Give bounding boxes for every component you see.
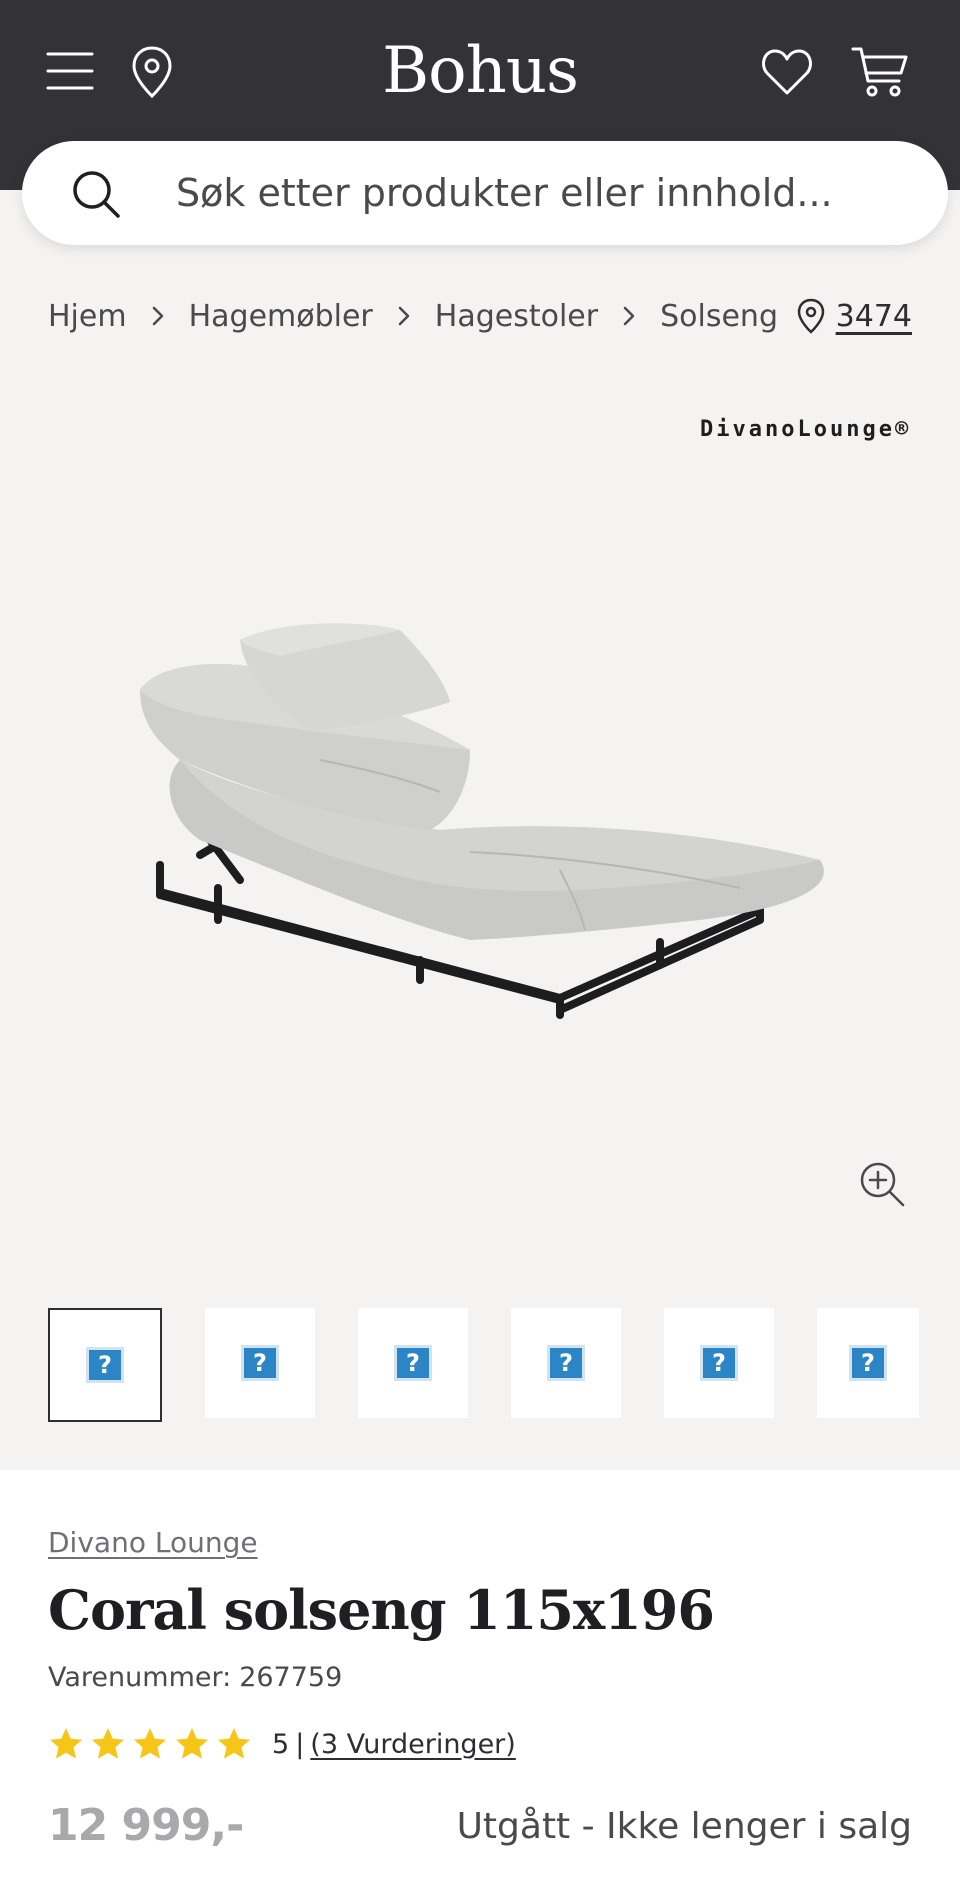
- search-icon[interactable]: [70, 168, 122, 220]
- broken-image-icon: ?: [849, 1345, 887, 1381]
- brand-link[interactable]: Divano Lounge: [48, 1526, 258, 1559]
- product-image[interactable]: [140, 620, 830, 1020]
- location-pin-icon: [796, 298, 826, 334]
- rating: 5 | (3 Vurderinger): [48, 1722, 516, 1766]
- reviews-link[interactable]: (3 Vurderinger): [310, 1729, 516, 1760]
- site-logo[interactable]: Bohus: [0, 34, 960, 108]
- thumbnail-6[interactable]: ?: [817, 1308, 919, 1418]
- thumbnail-1[interactable]: ?: [48, 1308, 162, 1422]
- rating-score: 5: [272, 1728, 290, 1760]
- thumbnail-3[interactable]: ?: [358, 1308, 468, 1418]
- product-info: Divano Lounge Coral solseng 115x196 Vare…: [0, 1470, 960, 1891]
- cart-icon[interactable]: [850, 44, 910, 100]
- star-icon: [92, 1728, 124, 1759]
- broken-image-icon: ?: [241, 1345, 279, 1381]
- breadcrumb-item-garden-chairs[interactable]: Hagestoler: [435, 299, 598, 334]
- broken-image-icon: ?: [394, 1345, 432, 1381]
- search-input[interactable]: [176, 141, 916, 245]
- sku-value: 267759: [239, 1662, 343, 1693]
- sku: Varenummer: 267759: [48, 1662, 342, 1693]
- heart-icon[interactable]: [760, 46, 814, 98]
- breadcrumb-item-garden-furniture[interactable]: Hagemøbler: [189, 299, 373, 334]
- store-selector[interactable]: 3474: [796, 292, 912, 340]
- star-icon: [134, 1728, 166, 1759]
- broken-image-icon: ?: [86, 1347, 124, 1383]
- chevron-right-icon: [373, 301, 435, 331]
- breadcrumb-item-home[interactable]: Hjem: [48, 299, 127, 334]
- broken-image-icon: ?: [700, 1345, 738, 1381]
- star-icon: [176, 1728, 208, 1759]
- chevron-right-icon: [598, 301, 660, 331]
- chevron-right-icon: [127, 301, 189, 331]
- breadcrumb: Hjem Hagemøbler Hagestoler Solseng: [48, 292, 778, 340]
- brand-watermark: DivanoLounge®: [700, 417, 912, 442]
- thumbnail-5[interactable]: ?: [664, 1308, 774, 1418]
- product-title: Coral solseng 115x196: [48, 1578, 715, 1642]
- thumbnail-strip: ? ? ? ? ? ?: [48, 1308, 960, 1422]
- product-price: 12 999,-: [48, 1800, 244, 1851]
- store-number-link[interactable]: 3474: [836, 299, 912, 334]
- zoom-in-icon[interactable]: [858, 1160, 906, 1208]
- sku-label: Varenummer:: [48, 1662, 232, 1693]
- thumbnail-4[interactable]: ?: [511, 1308, 621, 1418]
- star-icon: [218, 1728, 250, 1759]
- broken-image-icon: ?: [547, 1345, 585, 1381]
- thumbnail-2[interactable]: ?: [205, 1308, 315, 1418]
- breadcrumb-item-sunbed[interactable]: Solseng: [660, 299, 778, 334]
- availability-status: Utgått - Ikke lenger i salg: [456, 1806, 912, 1847]
- star-icon: [50, 1728, 82, 1759]
- rating-separator: |: [295, 1728, 305, 1760]
- search-bar[interactable]: [22, 141, 948, 245]
